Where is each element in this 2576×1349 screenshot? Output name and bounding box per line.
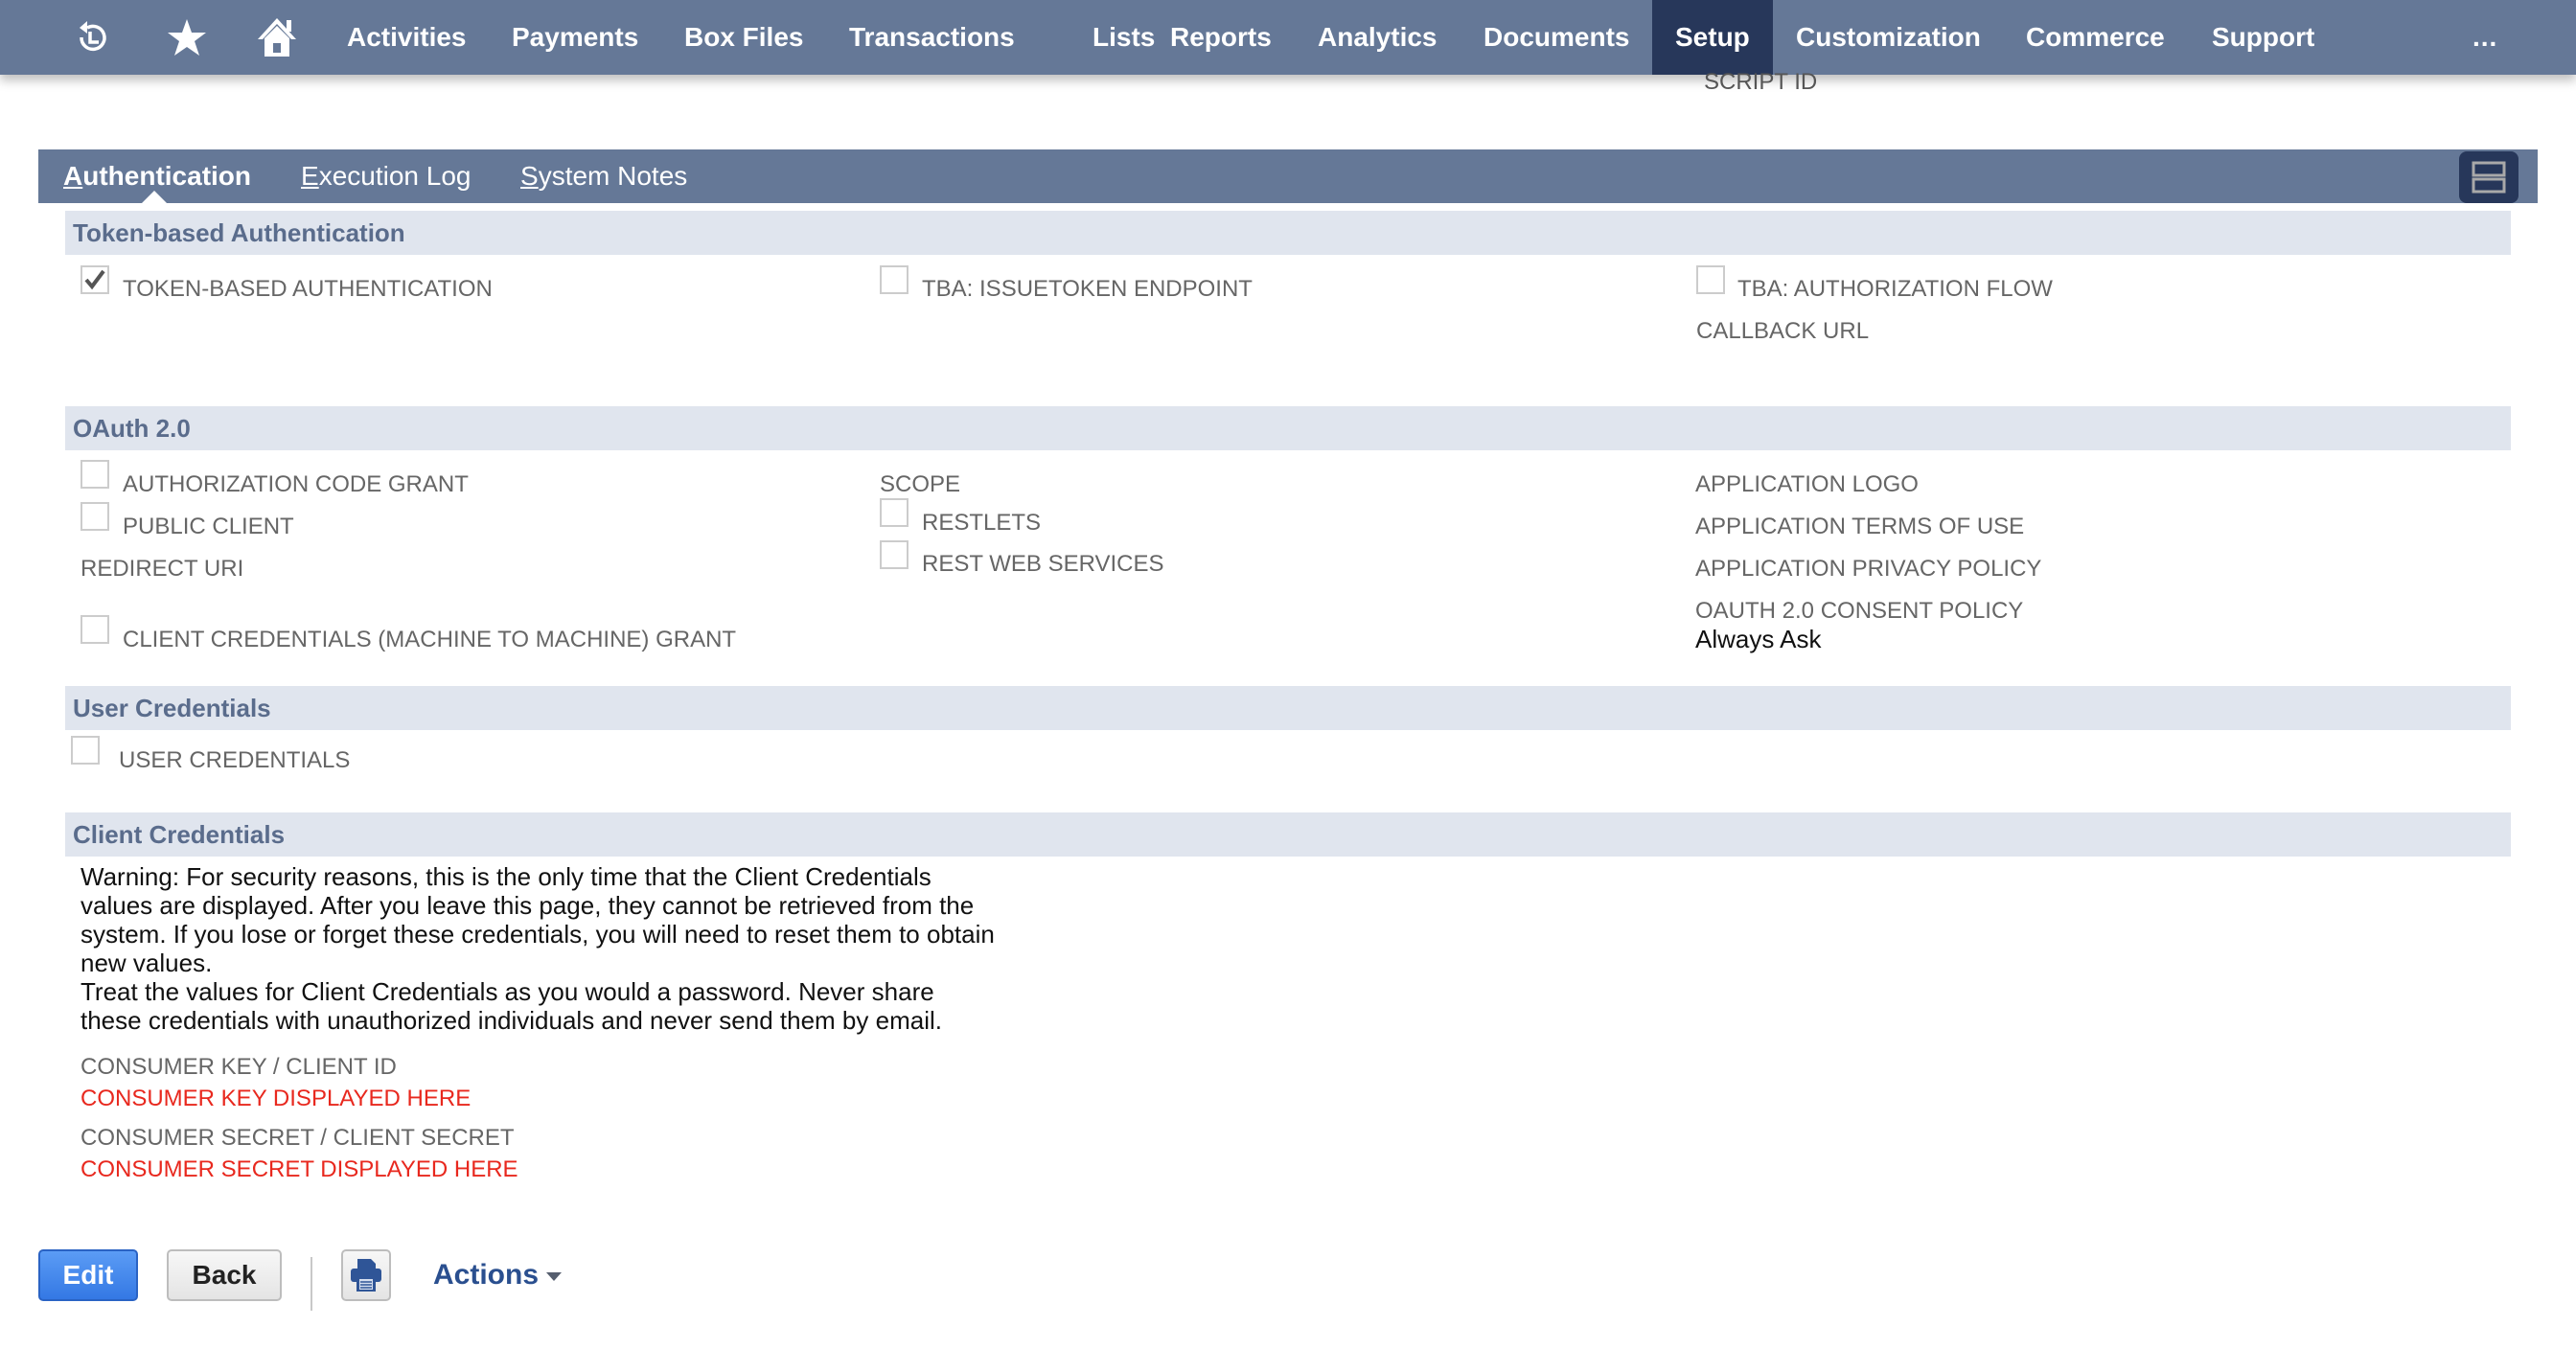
tab-system-notes-accesskey: S xyxy=(520,161,539,191)
stacked-layout-icon xyxy=(2472,161,2506,194)
nav-setup[interactable]: Setup xyxy=(1652,0,1773,75)
issuetoken-endpoint-label: TBA: ISSUETOKEN ENDPOINT xyxy=(922,276,1253,302)
print-button[interactable] xyxy=(341,1249,391,1301)
user-credentials-checkbox[interactable] xyxy=(71,736,100,765)
back-button[interactable]: Back xyxy=(167,1249,282,1301)
redirect-uri-label: REDIRECT URI xyxy=(80,556,244,582)
section-title: User Credentials xyxy=(73,694,271,722)
section-header-tba: Token-based Authentication xyxy=(65,211,2511,255)
tab-authentication-accesskey: A xyxy=(63,161,83,191)
privacy-policy-label: APPLICATION PRIVACY POLICY xyxy=(1695,556,2042,582)
authorization-code-grant-checkbox[interactable] xyxy=(80,460,109,489)
active-tab-pointer xyxy=(142,191,167,203)
issuetoken-endpoint-checkbox[interactable] xyxy=(880,265,908,294)
consumer-secret-label: CONSUMER SECRET / CLIENT SECRET xyxy=(80,1125,515,1151)
star-icon[interactable] xyxy=(161,11,213,63)
client-credentials-grant-label: CLIENT CREDENTIALS (MACHINE TO MACHINE) … xyxy=(123,627,737,652)
nav-activities[interactable]: Activities xyxy=(324,0,490,75)
callback-url-label: CALLBACK URL xyxy=(1696,318,1870,344)
nav-payments[interactable]: Payments xyxy=(489,0,661,75)
print-icon xyxy=(351,1259,381,1292)
tab-execution-log[interactable]: Execution Log xyxy=(301,149,471,203)
checkmark-icon xyxy=(84,269,105,290)
nav-support[interactable]: Support xyxy=(2189,0,2337,75)
tab-execution-log-accesskey: E xyxy=(301,161,319,191)
tab-authentication-label: uthentication xyxy=(82,161,251,191)
warning-paragraph: Warning: For security reasons, this is t… xyxy=(80,862,995,977)
authorization-flow-label: TBA: AUTHORIZATION FLOW xyxy=(1737,276,2053,302)
token-based-auth-checkbox[interactable] xyxy=(80,265,109,294)
consumer-secret-value: CONSUMER SECRET DISPLAYED HERE xyxy=(80,1156,518,1182)
section-title: Token-based Authentication xyxy=(73,218,405,247)
tab-system-notes[interactable]: System Notes xyxy=(520,149,687,203)
subtab-bar: Authentication Execution Log System Note… xyxy=(38,149,2538,203)
top-navbar: Activities Payments Box Files Transactio… xyxy=(0,0,2576,75)
nav-more-button[interactable]: ... xyxy=(2472,0,2497,75)
tab-execution-log-label: xecution Log xyxy=(318,161,472,191)
script-id-label: SCRIPT ID xyxy=(1704,69,1818,95)
rest-web-services-checkbox[interactable] xyxy=(880,540,908,569)
application-logo-label: APPLICATION LOGO xyxy=(1695,471,1919,497)
consent-policy-value: Always Ask xyxy=(1695,625,1822,653)
section-header-client-credentials: Client Credentials xyxy=(65,812,2511,857)
section-header-oauth: OAuth 2.0 xyxy=(65,406,2511,450)
nav-analytics[interactable]: Analytics xyxy=(1295,0,1460,75)
recent-records-icon[interactable] xyxy=(67,11,119,63)
restlets-checkbox[interactable] xyxy=(880,498,908,527)
home-icon[interactable] xyxy=(251,11,303,63)
nav-customization[interactable]: Customization xyxy=(1773,0,2004,75)
section-title: Client Credentials xyxy=(73,820,286,849)
token-based-auth-label: TOKEN-BASED AUTHENTICATION xyxy=(123,276,493,302)
client-credentials-grant-checkbox[interactable] xyxy=(80,615,109,644)
nav-documents[interactable]: Documents xyxy=(1460,0,1652,75)
nav-box-files[interactable]: Box Files xyxy=(661,0,826,75)
restlets-label: RESTLETS xyxy=(922,510,1042,536)
public-client-label: PUBLIC CLIENT xyxy=(123,514,294,539)
consumer-key-label: CONSUMER KEY / CLIENT ID xyxy=(80,1054,397,1080)
toolbar-divider xyxy=(310,1257,312,1311)
consumer-key-value: CONSUMER KEY DISPLAYED HERE xyxy=(80,1086,472,1111)
warning-paragraph: Treat the values for Client Credentials … xyxy=(80,977,942,1035)
authorization-code-grant-label: AUTHORIZATION CODE GRANT xyxy=(123,471,469,497)
authorization-flow-checkbox[interactable] xyxy=(1696,265,1725,294)
terms-of-use-label: APPLICATION TERMS OF USE xyxy=(1695,514,2025,539)
consent-policy-label: OAUTH 2.0 CONSENT POLICY xyxy=(1695,598,2024,624)
security-warning: Warning: For security reasons, this is t… xyxy=(80,862,1000,1035)
user-credentials-label: USER CREDENTIALS xyxy=(119,747,351,773)
scope-label: SCOPE xyxy=(880,471,961,497)
section-title: OAuth 2.0 xyxy=(73,414,191,443)
nav-transactions[interactable]: Transactions xyxy=(826,0,1038,75)
nav-reports[interactable]: Reports xyxy=(1147,0,1295,75)
tab-system-notes-label: ystem Notes xyxy=(538,161,688,191)
nav-commerce[interactable]: Commerce xyxy=(2003,0,2188,75)
caret-down-icon xyxy=(546,1271,563,1281)
section-header-user-credentials: User Credentials xyxy=(65,686,2511,730)
rest-web-services-label: REST WEB SERVICES xyxy=(922,551,1164,577)
edit-button[interactable]: Edit xyxy=(38,1249,138,1301)
actions-menu[interactable]: Actions xyxy=(433,1249,563,1301)
layout-toggle-button[interactable] xyxy=(2459,151,2518,203)
public-client-checkbox[interactable] xyxy=(80,502,109,531)
actions-label: Actions xyxy=(433,1259,540,1291)
